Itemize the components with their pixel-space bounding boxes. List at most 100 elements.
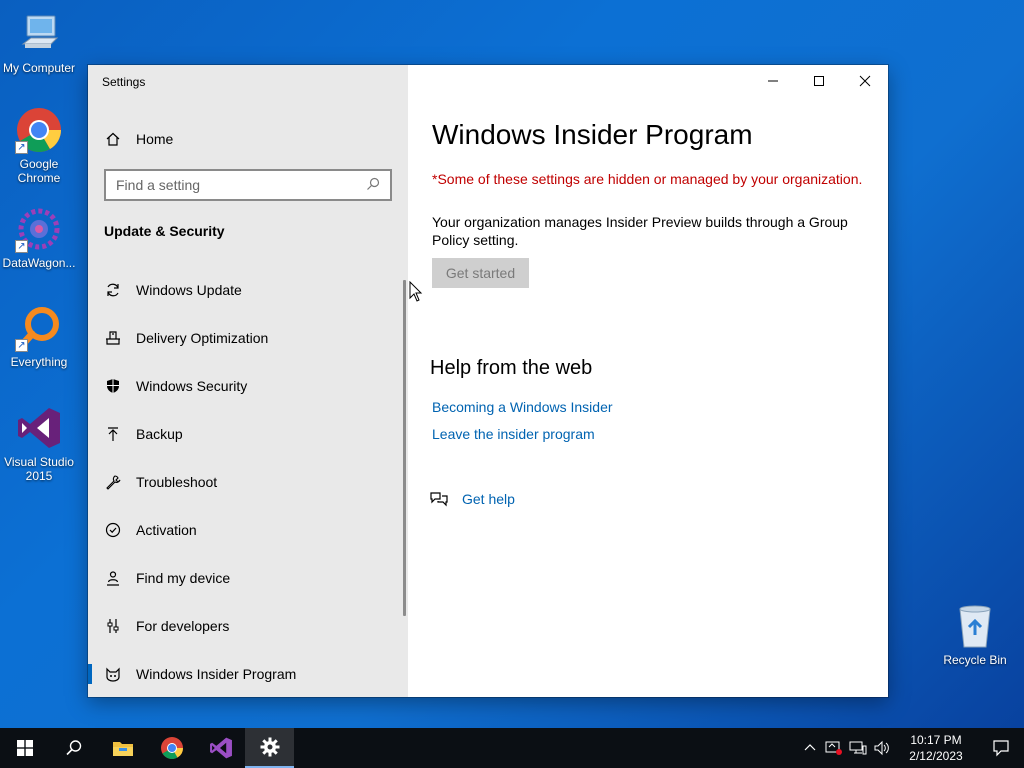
insider-description: Your organization manages Insider Previe… — [432, 214, 848, 248]
delivery-icon — [104, 329, 122, 347]
sidebar-scrollbar[interactable] — [403, 280, 406, 616]
desktop-icon-label: DataWagon... — [2, 256, 76, 270]
computer-icon — [15, 10, 63, 58]
system-tray: 10:17 PM 2/12/2023 — [798, 728, 1024, 768]
page-title: Windows Insider Program — [432, 119, 753, 150]
visual-studio-icon — [209, 737, 232, 759]
chrome-icon — [160, 737, 183, 759]
shield-icon — [104, 377, 122, 395]
visual-studio-icon — [15, 404, 63, 452]
close-icon — [859, 75, 871, 87]
network-icon[interactable] — [846, 728, 870, 768]
recycle-bin-icon — [951, 602, 999, 650]
link-becoming-windows-insider[interactable]: Becoming a Windows Insider — [432, 399, 613, 415]
sidebar-item-activation[interactable]: Activation — [88, 506, 404, 554]
clock-time: 10:17 PM — [910, 733, 962, 747]
link-leave-insider-program[interactable]: Leave the insider program — [432, 426, 595, 442]
section-title: Update & Security — [104, 223, 225, 239]
notification-icon — [993, 740, 1009, 757]
search-placeholder: Find a setting — [116, 177, 201, 193]
window-title: Settings — [102, 75, 146, 89]
developer-icon — [104, 617, 122, 635]
shortcut-arrow-icon: ↗ — [15, 240, 28, 253]
desktop-icon-my-computer[interactable]: My Computer — [0, 10, 78, 75]
insider-cat-icon — [104, 665, 122, 683]
desktop-icon-everything[interactable]: ↗ Everything — [0, 304, 78, 369]
desktop-icon-label: My Computer — [2, 61, 76, 75]
sidebar-item-troubleshoot[interactable]: Troubleshoot — [88, 458, 404, 506]
taskbar-search-button[interactable] — [49, 728, 98, 768]
get-help-link[interactable]: Get help — [430, 491, 515, 507]
sidebar-item-label: Troubleshoot — [136, 474, 218, 490]
mouse-cursor-icon — [409, 281, 423, 302]
desktop-icon-label: Google Chrome — [17, 157, 61, 185]
sidebar-item-delivery-optimization[interactable]: Delivery Optimization — [88, 314, 404, 362]
sidebar-item-label: Windows Update — [136, 282, 242, 298]
sidebar-item-find-my-device[interactable]: Find my device — [88, 554, 404, 602]
nav-home-label: Home — [136, 131, 174, 147]
notification-center-button[interactable] — [978, 728, 1024, 768]
start-button[interactable] — [0, 728, 49, 768]
everything-search-icon: ↗ — [15, 304, 63, 352]
desktop-icon-datawagon[interactable]: ↗ DataWagon... — [0, 205, 78, 270]
sidebar-item-label: Activation — [136, 522, 197, 538]
sidebar-item-windows-security[interactable]: Windows Security — [88, 362, 404, 410]
gear-icon — [260, 737, 279, 757]
volume-icon[interactable] — [870, 728, 894, 768]
desktop-icon-label: Visual Studio 2015 — [4, 455, 74, 483]
settings-content: Windows Insider Program *Some of these s… — [408, 65, 888, 697]
sidebar-item-label: For developers — [136, 618, 230, 634]
desktop-icon-label: Everything — [10, 355, 68, 369]
windows-logo-icon — [16, 740, 33, 756]
minimize-button[interactable] — [750, 65, 796, 97]
sidebar-item-windows-update[interactable]: Windows Update — [88, 266, 404, 314]
chat-help-icon — [430, 491, 448, 507]
folder-icon — [112, 742, 133, 756]
get-help-label: Get help — [462, 491, 515, 507]
caption-buttons — [750, 65, 888, 97]
sidebar-item-label: Windows Security — [136, 378, 248, 394]
search-input[interactable]: Find a setting — [104, 169, 392, 201]
close-button[interactable] — [842, 65, 888, 97]
managed-notice: *Some of these settings are hidden or ma… — [432, 171, 863, 187]
nav-home[interactable]: Home — [104, 127, 173, 151]
taskbar-visual-studio[interactable] — [196, 728, 245, 768]
taskbar: 10:17 PM 2/12/2023 — [0, 728, 1024, 768]
security-alert-icon[interactable] — [822, 728, 846, 768]
get-started-button[interactable]: Get started — [432, 258, 529, 288]
chevron-up-icon[interactable] — [798, 728, 822, 768]
sidebar-item-label: Delivery Optimization — [136, 330, 269, 346]
clock[interactable]: 10:17 PM 2/12/2023 — [894, 732, 978, 764]
sidebar-item-backup[interactable]: Backup — [88, 410, 404, 458]
shortcut-arrow-icon: ↗ — [15, 339, 28, 352]
nav-list: Windows Update Delivery Optimization Win… — [88, 266, 404, 698]
taskbar-chrome[interactable] — [147, 728, 196, 768]
shortcut-arrow-icon: ↗ — [15, 141, 28, 154]
maximize-button[interactable] — [796, 65, 842, 97]
check-circle-icon — [104, 521, 122, 539]
desktop-icon-label: Recycle Bin — [943, 653, 1007, 667]
backup-icon — [104, 425, 122, 443]
sidebar-item-label: Windows Insider Program — [136, 666, 297, 682]
sidebar-item-windows-insider-program[interactable]: Windows Insider Program — [88, 650, 404, 698]
home-icon — [104, 130, 122, 148]
search-icon — [65, 740, 81, 756]
search-icon[interactable] — [366, 177, 380, 194]
desktop-icon-google-chrome[interactable]: ↗ Google Chrome — [0, 106, 78, 185]
maximize-icon — [814, 76, 824, 86]
settings-window: Settings Home Find a setting Update & Se… — [88, 65, 888, 697]
person-pin-icon — [104, 569, 122, 587]
taskbar-settings[interactable] — [245, 728, 294, 768]
chrome-icon: ↗ — [15, 106, 63, 154]
help-section-title: Help from the web — [430, 357, 593, 379]
desktop-icon-visual-studio[interactable]: Visual Studio 2015 — [0, 404, 78, 483]
refresh-icon — [104, 281, 122, 299]
sidebar-item-for-developers[interactable]: For developers — [88, 602, 404, 650]
wrench-icon — [104, 473, 122, 491]
clock-date: 2/12/2023 — [909, 749, 963, 763]
settings-sidebar: Settings Home Find a setting Update & Se… — [88, 65, 408, 697]
taskbar-file-explorer[interactable] — [98, 728, 147, 768]
datawagon-icon: ↗ — [15, 205, 63, 253]
desktop-icon-recycle-bin[interactable]: Recycle Bin — [936, 602, 1014, 667]
sidebar-item-label: Find my device — [136, 570, 231, 586]
